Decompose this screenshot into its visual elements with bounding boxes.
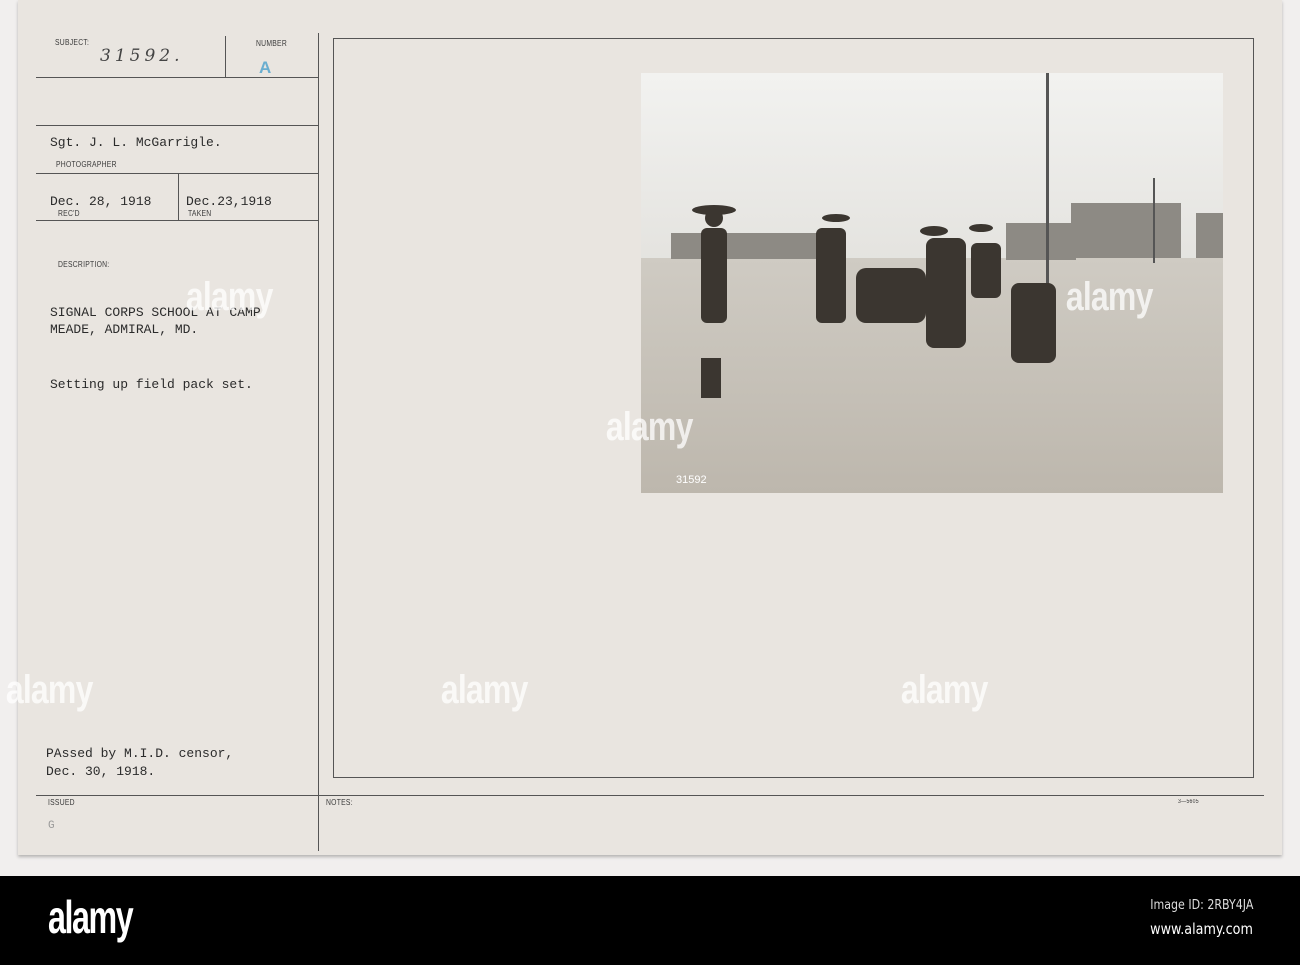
censor-line-1: PAssed by M.I.D. censor,: [46, 746, 234, 761]
caption: Setting up field pack set.: [50, 377, 253, 392]
photographer-label: PHOTOGRAPHER: [56, 160, 117, 169]
watermark: alamy: [185, 275, 274, 319]
censor-line-2: Dec. 30, 1918.: [46, 764, 156, 779]
description-line-2: MEADE, ADMIRAL, MD.: [50, 322, 199, 337]
subject-label: SUBJECT:: [55, 38, 90, 47]
rule: [36, 173, 318, 174]
issued-label: ISSUED: [48, 798, 75, 807]
photographer-name: Sgt. J. L. McGarrigle.: [50, 135, 222, 150]
rule: [36, 125, 318, 126]
column-divider: [318, 33, 319, 851]
form-number: 3—5605: [1178, 799, 1199, 805]
taken-date: Dec.23,1918: [186, 194, 272, 209]
negative-number: 31592: [676, 474, 707, 486]
watermark: alamy: [900, 668, 989, 712]
description-label: DESCRIPTION:: [58, 260, 110, 269]
issued-mark: G: [48, 820, 55, 832]
watermark: alamy: [1065, 275, 1154, 319]
watermark: alamy: [440, 668, 529, 712]
notes-label: NOTES:: [326, 798, 353, 807]
taken-label: TAKEN: [188, 209, 212, 218]
stock-footer: alamy Image ID: 2RBY4JA www.alamy.com: [0, 876, 1300, 965]
image-id: Image ID: 2RBY4JA: [1149, 898, 1253, 913]
number-stamp: A: [259, 58, 272, 77]
received-label: REC'D: [58, 209, 80, 218]
rule: [36, 220, 318, 221]
alamy-logo: alamy: [48, 891, 134, 943]
rule: [36, 77, 318, 78]
watermark: alamy: [5, 668, 94, 712]
date-divider: [178, 174, 179, 220]
received-date: Dec. 28, 1918: [50, 194, 152, 209]
site-url: www.alamy.com: [1150, 920, 1253, 938]
bottom-rule: [36, 795, 1264, 796]
watermark: alamy: [605, 405, 694, 449]
number-label: NUMBER: [256, 39, 287, 48]
subject-number-divider: [225, 36, 226, 78]
subject-value: 31592.: [100, 46, 184, 66]
